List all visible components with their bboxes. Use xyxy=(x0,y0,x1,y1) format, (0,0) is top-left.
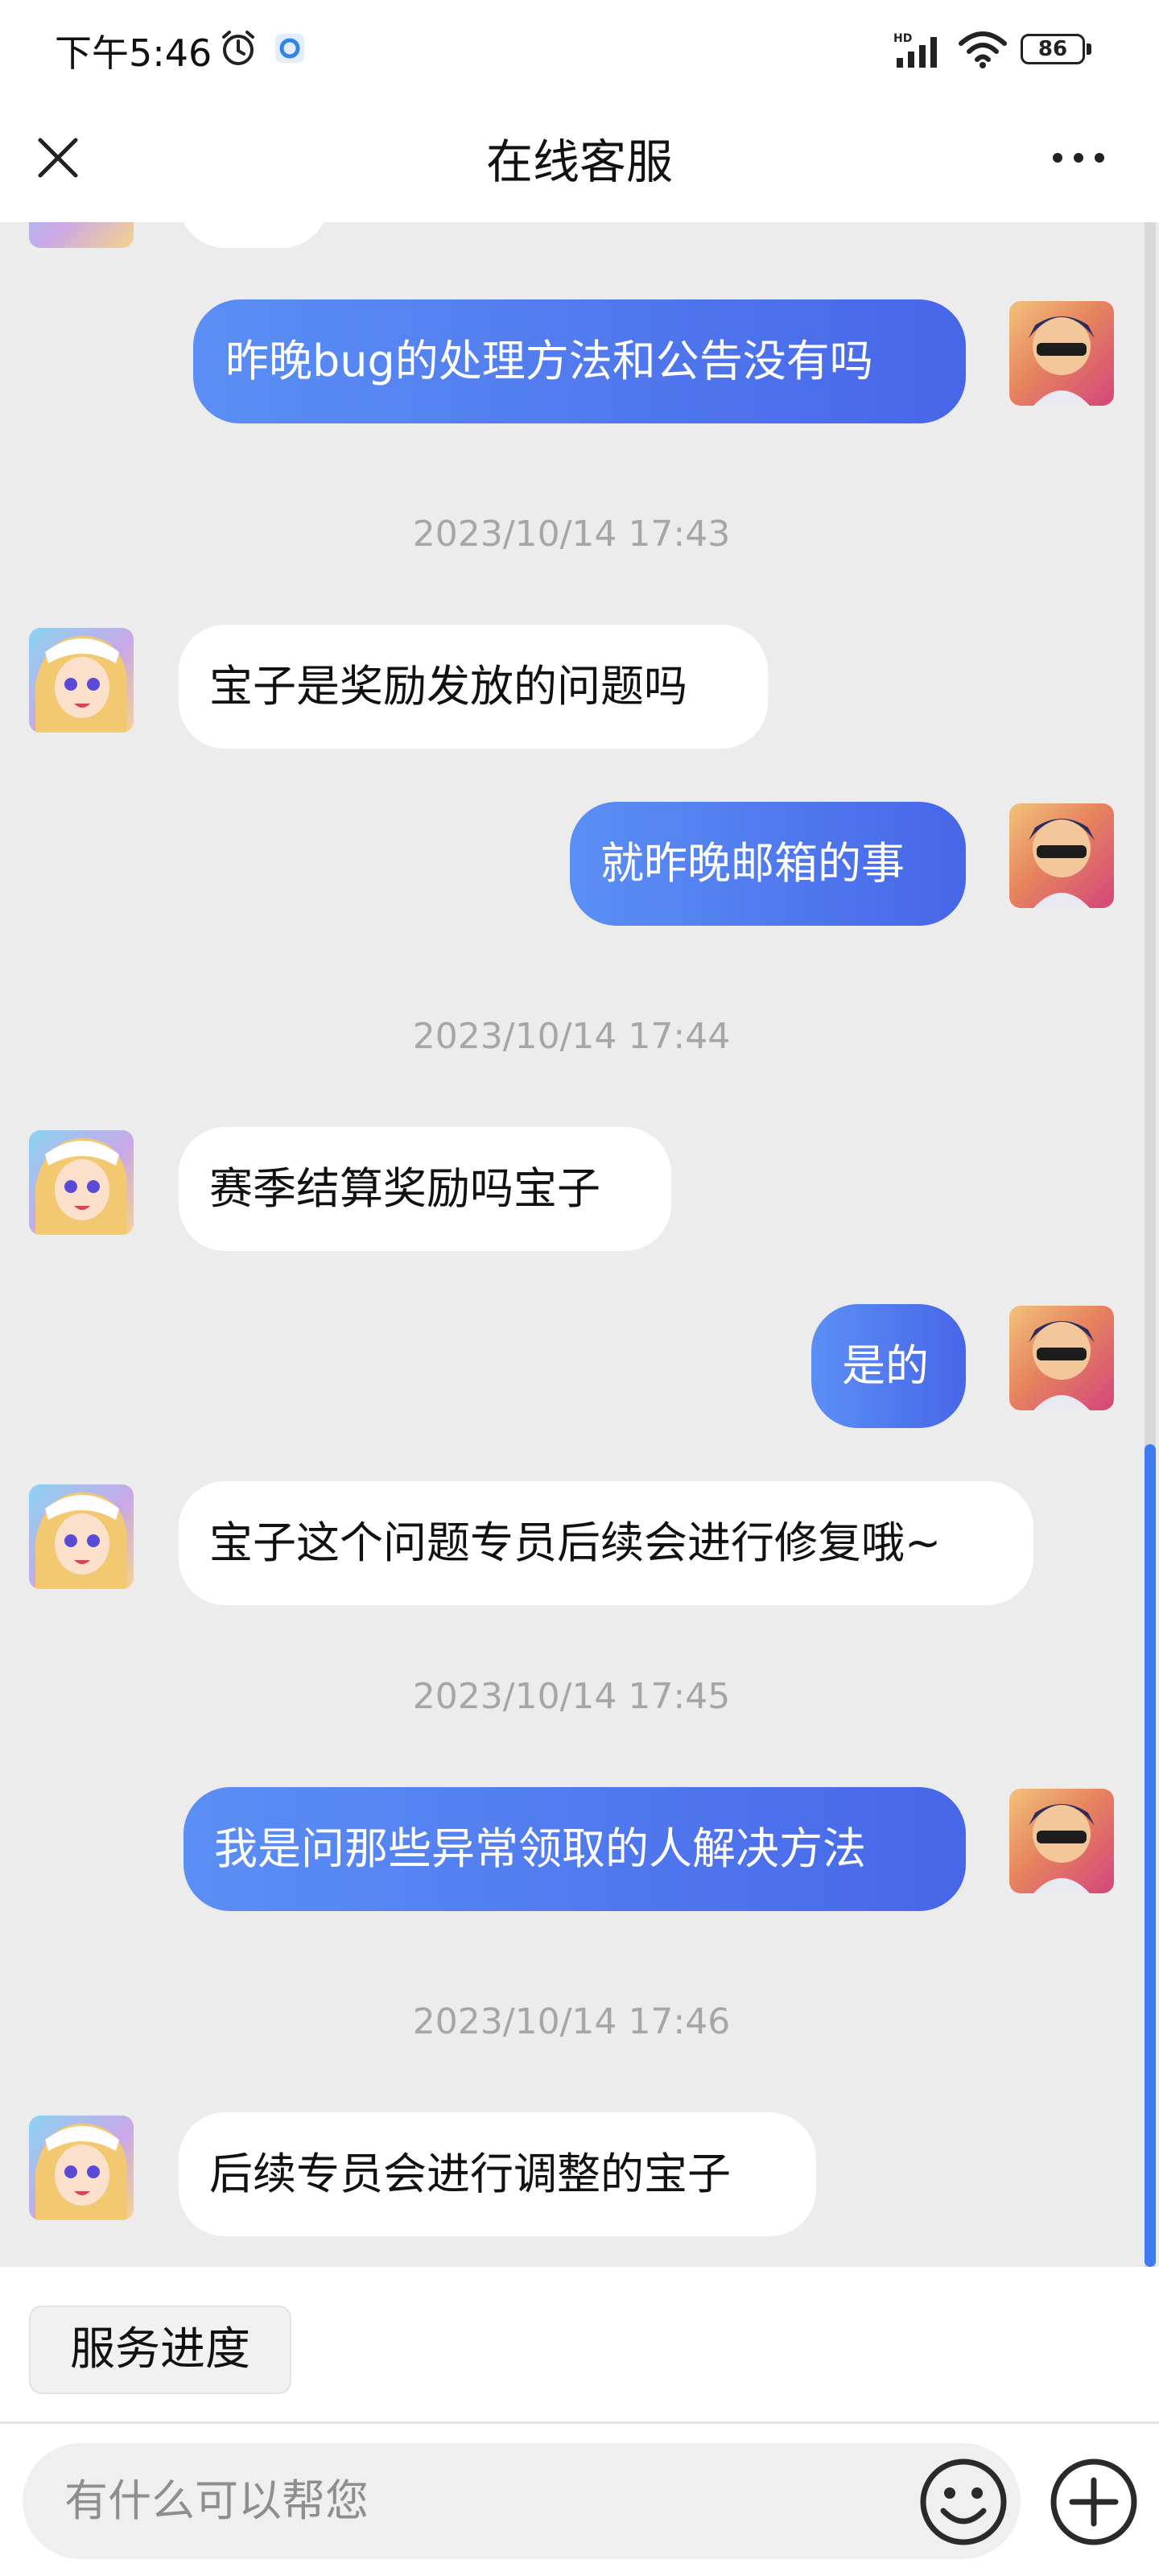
user-avatar-art xyxy=(1029,316,1095,406)
app-notification-icon xyxy=(275,34,304,63)
message-timestamp: 2023/10/14 17:44 xyxy=(412,1016,731,1057)
message-bubble-outgoing[interactable]: 我是问那些异常领取的人解决方法 xyxy=(184,1787,966,1911)
input-bar: 有什么可以帮您 xyxy=(0,2424,1159,2576)
agent-avatar xyxy=(29,222,134,248)
agent-avatar xyxy=(29,1130,134,1235)
emoji-icon[interactable] xyxy=(918,2456,1009,2548)
signal-icon: HD xyxy=(893,32,937,68)
user-avatar xyxy=(1009,1306,1114,1410)
message-list[interactable]: 昨晚bug的处理方法和公告没有吗 2023/10/14 17:43 宝子是奖励发… xyxy=(0,222,1159,2267)
agent-avatar-art xyxy=(35,1492,127,1589)
user-avatar xyxy=(1009,803,1114,908)
agent-avatar-art xyxy=(35,635,127,733)
svg-text:HD: HD xyxy=(893,32,912,45)
plus-icon[interactable] xyxy=(1048,2456,1140,2548)
message-bubble-outgoing[interactable]: 昨晚bug的处理方法和公告没有吗 xyxy=(193,299,966,423)
battery-icon: 86 xyxy=(1021,34,1095,66)
agent-avatar-art xyxy=(35,2123,127,2220)
page-title: 在线客服 xyxy=(485,134,673,189)
battery-level: 86 xyxy=(1037,37,1068,61)
service-progress-button[interactable]: 服务进度 xyxy=(29,2306,291,2394)
message-bubble-outgoing[interactable]: 是的 xyxy=(811,1304,966,1428)
chat-header: 在线客服 xyxy=(0,100,1159,222)
alarm-icon xyxy=(222,31,254,65)
scrollbar-thumb[interactable] xyxy=(1145,1444,1156,2267)
message-bubble-partial xyxy=(179,222,328,248)
agent-avatar-art xyxy=(35,1137,127,1235)
message-bubble-incoming[interactable]: 后续专员会进行调整的宝子 xyxy=(179,2112,816,2236)
wifi-icon xyxy=(959,31,1007,68)
user-avatar xyxy=(1009,301,1114,406)
message-input[interactable]: 有什么可以帮您 xyxy=(23,2443,1021,2559)
quick-action-bar: 服务进度 xyxy=(0,2267,1159,2423)
message-bubble-outgoing[interactable]: 就昨晚邮箱的事 xyxy=(570,802,966,926)
message-bubble-incoming[interactable]: 赛季结算奖励吗宝子 xyxy=(179,1127,671,1251)
agent-avatar xyxy=(29,628,134,733)
status-bar: 下午5:46 HD 86 xyxy=(0,0,1159,100)
message-timestamp: 2023/10/14 17:43 xyxy=(412,514,731,555)
message-bubble-incoming[interactable]: 宝子这个问题专员后续会进行修复哦~ xyxy=(179,1481,1033,1605)
user-avatar-art xyxy=(1029,1804,1095,1893)
scrollbar[interactable] xyxy=(1145,222,1156,2267)
message-timestamp: 2023/10/14 17:46 xyxy=(412,2001,731,2042)
message-bubble-incoming[interactable]: 宝子是奖励发放的问题吗 xyxy=(179,625,768,749)
agent-avatar xyxy=(29,2116,134,2220)
message-timestamp: 2023/10/14 17:45 xyxy=(412,1676,731,1717)
more-icon[interactable] xyxy=(1046,129,1111,187)
user-avatar xyxy=(1009,1789,1114,1893)
user-avatar-art xyxy=(1029,1321,1095,1410)
status-time: 下午5:46 xyxy=(55,31,212,75)
agent-avatar xyxy=(29,1484,134,1589)
user-avatar-art xyxy=(1029,819,1095,908)
